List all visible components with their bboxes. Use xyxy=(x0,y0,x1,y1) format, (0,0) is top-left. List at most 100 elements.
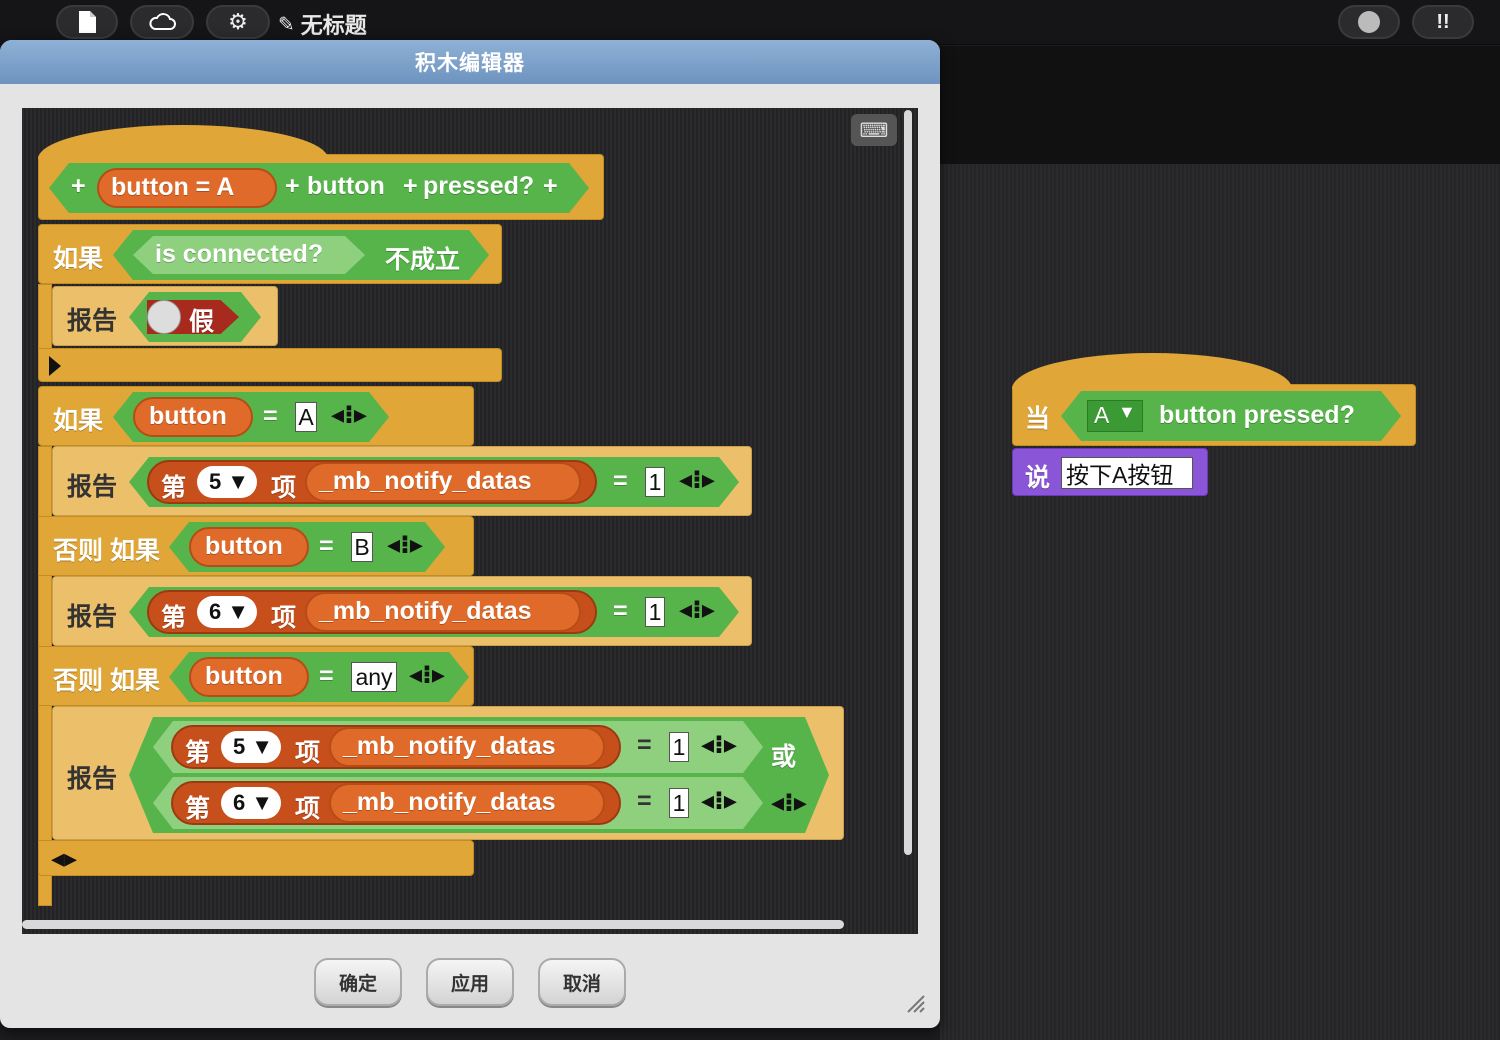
custom-block-hat[interactable]: + button = A + button + pressed? + xyxy=(38,125,604,220)
equals-predicate[interactable]: 第 6 ▼ 项 _mb_notify_datas = 1 ◂⁝▸ xyxy=(129,587,739,637)
report-block[interactable]: 报告 第 6 ▼ 项 _mb_notify_datas = 1 ◂⁝▸ xyxy=(52,576,752,646)
block-prototype[interactable]: + button = A + button + pressed? + xyxy=(49,163,589,213)
add-input-icon[interactable]: + xyxy=(285,172,300,201)
stage-area[interactable] xyxy=(940,46,1500,164)
pencil-icon: ✎ xyxy=(278,13,295,36)
equals-predicate[interactable]: button = A ◂⁝▸ xyxy=(113,392,389,442)
expand-arrow-icon[interactable] xyxy=(49,356,61,376)
resize-handle-icon[interactable] xyxy=(904,992,926,1014)
arrows-icon[interactable]: ◂⁝▸ xyxy=(771,787,807,818)
report-block[interactable]: 报告 第 5 ▼ 项 _mb_notify_datas = 1 ◂⁝▸ xyxy=(52,706,844,840)
else-if-row[interactable]: 否则 如果 button = B ◂⁝▸ xyxy=(38,516,474,576)
cancel-button[interactable]: 取消 xyxy=(538,958,626,1006)
equals-predicate[interactable]: button = any ◂⁝▸ xyxy=(169,652,469,702)
report-block[interactable]: 报告 第 5 ▼ 项 _mb_notify_datas = 1 ◂⁝▸ xyxy=(52,446,752,516)
list-var[interactable]: _mb_notify_datas xyxy=(329,727,605,767)
list-label: _mb_notify_datas xyxy=(319,597,532,625)
apply-button[interactable]: 应用 xyxy=(426,958,514,1006)
var-button[interactable]: button xyxy=(133,397,253,437)
list-label: _mb_notify_datas xyxy=(343,788,556,816)
keyboard-icon[interactable]: ⌨ xyxy=(851,114,897,146)
equals-sign: = xyxy=(613,597,628,625)
steps-icon[interactable]: !! xyxy=(1412,5,1474,39)
horizontal-scrollbar[interactable] xyxy=(22,920,844,929)
if-block[interactable]: 如果 is connected? 不成立 xyxy=(38,224,502,284)
list-var[interactable]: _mb_notify_datas xyxy=(305,592,581,632)
arrows-icon[interactable]: ◂▸ xyxy=(51,843,77,874)
equals-sign: = xyxy=(319,662,334,690)
value-input[interactable]: 1 xyxy=(645,597,665,627)
button-pressed-predicate[interactable]: A ▼ button pressed? xyxy=(1061,391,1401,441)
value-input[interactable]: B xyxy=(351,532,373,562)
is-connected-predicate[interactable]: is connected? xyxy=(133,236,365,274)
equals-predicate[interactable]: 第 6 ▼ 项 _mb_notify_datas = 1 ◂⁝▸ xyxy=(153,777,763,829)
say-block[interactable]: 说 按下A按钮 xyxy=(1012,448,1208,496)
arrows-icon[interactable]: ◂⁝▸ xyxy=(701,785,737,816)
script-area[interactable]: 当 A ▼ button pressed? 说 按下A按钮 xyxy=(940,164,1500,1040)
param-button-label: button = A xyxy=(111,173,235,201)
or-predicate[interactable]: 第 5 ▼ 项 _mb_notify_datas = 1 ◂⁝▸ 第 6 ▼ 项… xyxy=(129,717,829,833)
value-input[interactable]: 1 xyxy=(669,732,689,762)
index-value: 5 xyxy=(233,734,246,759)
not-predicate[interactable]: is connected? 不成立 xyxy=(113,230,489,280)
or-label: 或 xyxy=(771,743,797,771)
cloud-icon[interactable] xyxy=(130,5,194,39)
arrows-icon[interactable]: ◂⁝▸ xyxy=(679,464,715,495)
index-dropdown[interactable]: 6 ▼ xyxy=(197,596,257,628)
var-button[interactable]: button xyxy=(189,527,309,567)
report-block[interactable]: 报告 假 xyxy=(52,286,278,346)
var-button[interactable]: button xyxy=(189,657,309,697)
equals-predicate[interactable]: button = B ◂⁝▸ xyxy=(169,522,445,572)
index-dropdown[interactable]: 6 ▼ xyxy=(221,787,281,819)
chevron-down-icon: ▼ xyxy=(227,469,250,494)
index-dropdown[interactable]: 5 ▼ xyxy=(197,466,257,498)
arrows-icon[interactable]: ◂⁝▸ xyxy=(679,594,715,625)
ok-button[interactable]: 确定 xyxy=(314,958,402,1006)
item-of-list-reporter[interactable]: 第 6 ▼ 项 _mb_notify_datas xyxy=(147,590,597,634)
report-label: 报告 xyxy=(67,307,118,335)
of-label: 项 xyxy=(271,604,297,632)
gear-icon[interactable]: ⚙ xyxy=(206,5,270,39)
boolean-toggle[interactable]: 假 xyxy=(129,292,261,342)
value-input[interactable]: 1 xyxy=(669,788,689,818)
add-input-icon[interactable]: + xyxy=(543,172,558,201)
arrows-icon[interactable]: ◂⁝▸ xyxy=(331,399,367,430)
top-bar: ⚙ ✎ 无标题 !! xyxy=(0,0,1500,45)
block-editor-dialog[interactable]: 积木编辑器 ⌨ + button = A + button + pressed?… xyxy=(0,40,940,1028)
block-editor-canvas[interactable]: ⌨ + button = A + button + pressed? + 如果 … xyxy=(22,108,918,934)
equals-sign: = xyxy=(263,402,278,430)
vertical-scrollbar[interactable] xyxy=(904,110,912,855)
value-input[interactable]: any xyxy=(351,662,397,692)
project-title[interactable]: ✎ 无标题 xyxy=(278,8,367,40)
not-true-label: 不成立 xyxy=(385,246,461,274)
key-dropdown[interactable]: A ▼ xyxy=(1087,400,1143,432)
say-text-input[interactable]: 按下A按钮 xyxy=(1061,457,1193,489)
var-label: button xyxy=(205,662,283,690)
file-icon[interactable] xyxy=(56,5,118,39)
param-button[interactable]: button = A xyxy=(97,168,277,208)
report-label: 报告 xyxy=(67,473,118,501)
add-input-icon[interactable]: + xyxy=(71,172,86,201)
value-input[interactable]: A xyxy=(295,402,317,432)
key-value: A xyxy=(1094,402,1110,428)
arrows-icon[interactable]: ◂⁝▸ xyxy=(387,529,423,560)
value-input[interactable]: 1 xyxy=(645,467,665,497)
item-of-list-reporter[interactable]: 第 5 ▼ 项 _mb_notify_datas xyxy=(147,460,597,504)
arrows-icon[interactable]: ◂⁝▸ xyxy=(701,729,737,760)
equals-predicate[interactable]: 第 5 ▼ 项 _mb_notify_datas = 1 ◂⁝▸ xyxy=(129,457,739,507)
item-of-list-reporter[interactable]: 第 5 ▼ 项 _mb_notify_datas xyxy=(171,725,621,769)
item-of-list-reporter[interactable]: 第 6 ▼ 项 _mb_notify_datas xyxy=(171,781,621,825)
if-label: 如果 xyxy=(53,245,104,273)
else-if-row[interactable]: 否则 如果 button = any ◂⁝▸ xyxy=(38,646,474,706)
record-icon[interactable] xyxy=(1338,5,1400,39)
toggle-knob[interactable] xyxy=(147,300,181,334)
list-label: _mb_notify_datas xyxy=(319,467,532,495)
when-key-pressed-hat[interactable]: 当 A ▼ button pressed? xyxy=(1012,353,1416,446)
equals-predicate[interactable]: 第 5 ▼ 项 _mb_notify_datas = 1 ◂⁝▸ xyxy=(153,721,763,773)
list-var[interactable]: _mb_notify_datas xyxy=(305,462,581,502)
index-dropdown[interactable]: 5 ▼ xyxy=(221,731,281,763)
list-var[interactable]: _mb_notify_datas xyxy=(329,783,605,823)
if-else-block[interactable]: 如果 button = A ◂⁝▸ xyxy=(38,386,474,446)
add-input-icon[interactable]: + xyxy=(403,172,418,201)
arrows-icon[interactable]: ◂⁝▸ xyxy=(409,659,445,690)
